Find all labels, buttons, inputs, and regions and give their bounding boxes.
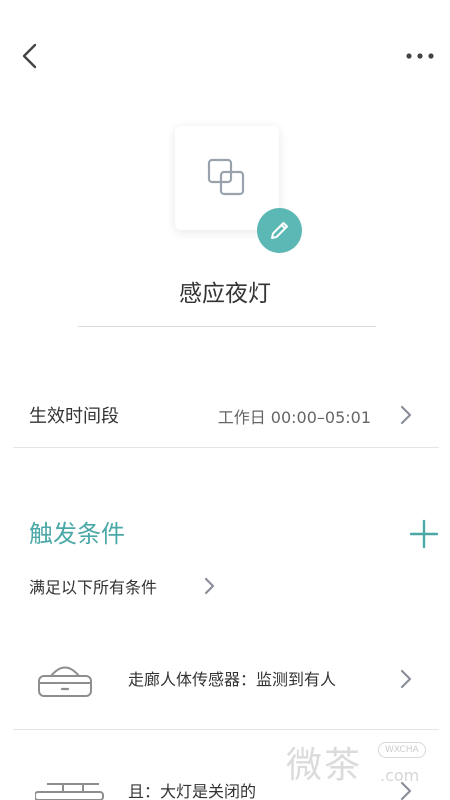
scene-name[interactable]: 感应夜灯 bbox=[0, 274, 450, 308]
ceiling-light-icon bbox=[35, 783, 104, 800]
add-condition-button[interactable] bbox=[408, 518, 440, 550]
more-horizontal-icon bbox=[406, 53, 434, 59]
chevron-right-icon bbox=[400, 405, 412, 425]
plus-icon bbox=[409, 519, 439, 549]
more-button[interactable] bbox=[402, 42, 438, 70]
watermark: 微茶 WXCHA .com bbox=[286, 736, 436, 792]
watermark-badge: WXCHA bbox=[378, 742, 426, 758]
schedule-label: 生效时间段 bbox=[29, 406, 119, 427]
overlapping-squares-icon bbox=[207, 158, 245, 196]
divider bbox=[13, 447, 439, 448]
top-bar bbox=[0, 0, 450, 110]
condition-text: 且：大灯是关闭的 bbox=[128, 782, 257, 800]
schedule-row[interactable]: 生效时间段 工作日 00:00–05:01 bbox=[13, 384, 439, 448]
edit-icon-button[interactable] bbox=[257, 208, 302, 253]
back-button[interactable] bbox=[14, 38, 50, 74]
trigger-section-title: 触发条件 bbox=[29, 520, 125, 548]
condition-item[interactable]: 走廊人体传感器：监测到有人 bbox=[13, 638, 439, 722]
chevron-left-icon bbox=[22, 43, 37, 69]
watermark-text: 微茶 bbox=[286, 745, 363, 786]
watermark-sub: .com bbox=[380, 766, 420, 785]
condition-mode-selector[interactable]: 满足以下所有条件 bbox=[29, 574, 215, 598]
divider bbox=[13, 729, 439, 730]
chevron-right-icon bbox=[204, 577, 215, 595]
chevron-right-icon bbox=[400, 669, 412, 689]
condition-text: 走廊人体传感器：监测到有人 bbox=[128, 670, 337, 689]
pencil-icon bbox=[271, 222, 288, 239]
motion-sensor-icon bbox=[38, 666, 92, 697]
schedule-value: 工作日 00:00–05:01 bbox=[217, 408, 371, 427]
condition-mode-label: 满足以下所有条件 bbox=[29, 578, 158, 597]
scene-name-underline bbox=[78, 326, 376, 327]
